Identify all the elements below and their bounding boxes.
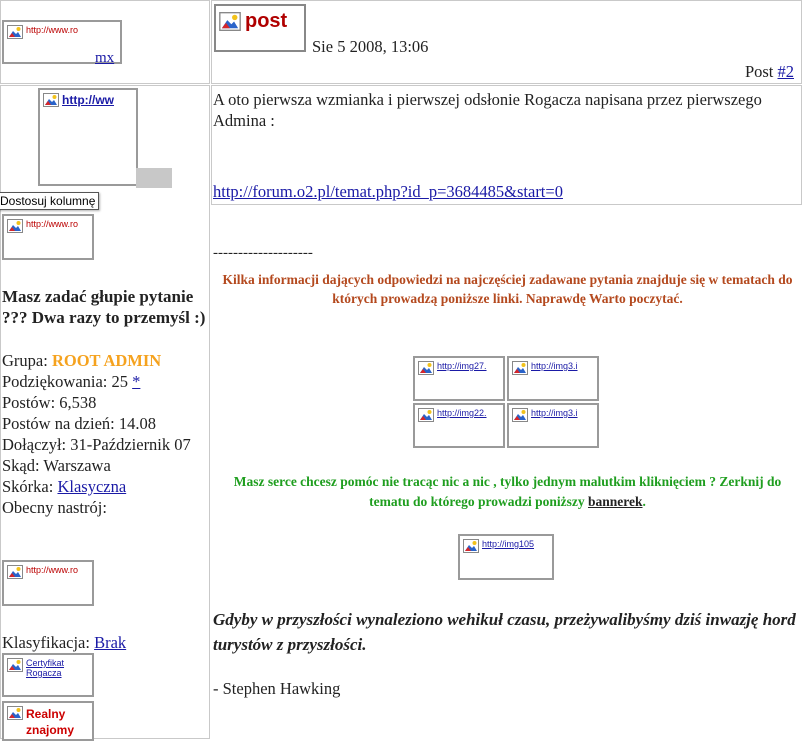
user-avatar-alt: http://ww: [62, 93, 114, 107]
broken-image-icon: [7, 658, 23, 672]
bannerek-link[interactable]: bannerek: [588, 494, 643, 509]
grid-image-3[interactable]: http://img22.: [413, 403, 505, 448]
broken-image-icon: [7, 706, 23, 720]
green-text-body: Masz serce chcesz pomóc nie tracąc nic a…: [233, 474, 782, 509]
badge-realny-znajomy: Realny znajomy: [2, 701, 94, 741]
grid-image-4[interactable]: http://img3.i: [507, 403, 599, 448]
location: Skąd: Warszawa: [2, 456, 111, 475]
post-body-text: A oto pierwsza wzmianka i pierwszej odsł…: [213, 90, 762, 130]
badge-realny-alt: Realny znajomy: [26, 707, 75, 737]
joined-date: Dołączył: 31-Październik 07: [2, 435, 191, 454]
thanks-row: Podziękowania: 25 *: [2, 371, 210, 392]
thanks-link[interactable]: *: [132, 372, 140, 391]
signature-title: Masz zadać głupie pytanie ??? Dwa razy t…: [2, 287, 206, 327]
grid-image-3-alt: http://img22.: [437, 408, 487, 418]
broken-image-icon: [418, 361, 434, 375]
post-icon-button[interactable]: post: [214, 4, 306, 52]
rank-image-alt: http://www.ro: [26, 219, 79, 229]
thanks-label: Podziękowania: 25: [2, 372, 133, 391]
posts-count: Postów: 6,538: [2, 393, 97, 412]
header-avatar-alt: http://www.ro: [26, 25, 79, 35]
column-resize-handle[interactable]: [136, 168, 172, 188]
grid-image-2-alt: http://img3.i: [531, 361, 578, 371]
post-number-label: Post: [744, 62, 778, 81]
broken-image-icon: [7, 565, 23, 579]
broken-image-icon: [7, 25, 23, 39]
quote-author: - Stephen Hawking: [213, 679, 341, 698]
posts-per-day: Postów na dzień: 14.08: [2, 414, 156, 433]
badge-certyfikat: Certyfikat Rogacza: [2, 653, 94, 697]
classification-row: Klasyfikacja: Brak: [2, 632, 126, 653]
tooltip: Dostosuj kolumnę: [0, 192, 100, 210]
group-label: Grupa:: [2, 351, 52, 370]
green-text-end: .: [642, 494, 646, 509]
broken-image-icon: [219, 12, 241, 31]
forum-link[interactable]: http://forum.o2.pl/temat.php?id_p=368448…: [213, 181, 563, 202]
info-text: Kilka informacji dających odpowiedzi na …: [222, 272, 793, 306]
classification-link[interactable]: Brak: [94, 633, 126, 652]
mood-image: http://www.ro: [2, 560, 94, 606]
group-value: ROOT ADMIN: [51, 351, 162, 370]
skin-row: Skórka: Klasyczna: [2, 476, 210, 497]
grid-image-1-alt: http://img27.: [437, 361, 487, 371]
broken-image-icon: [418, 408, 434, 422]
grid-image-4-alt: http://img3.i: [531, 408, 578, 418]
badge-certyfikat-alt: Certyfikat Rogacza: [26, 658, 65, 678]
broken-image-icon: [43, 93, 59, 107]
rank-image: http://www.ro: [2, 214, 94, 260]
post-icon-alt: post: [245, 10, 288, 32]
skin-link[interactable]: Klasyczna: [57, 477, 126, 496]
broken-image-icon: [7, 219, 23, 233]
banner-image-alt: http://img105: [482, 539, 535, 549]
username-link[interactable]: mx: [95, 50, 114, 67]
user-stats: Grupa: ROOT ADMIN Podziękowania: 25 * Po…: [2, 350, 210, 518]
post-number: Post #2: [745, 61, 794, 82]
broken-image-icon: [512, 361, 528, 375]
green-text: Masz serce chcesz pomóc nie tracąc nic a…: [213, 472, 802, 512]
banner-image[interactable]: http://img105: [458, 534, 554, 580]
skin-label: Skórka:: [2, 477, 58, 496]
broken-image-icon: [512, 408, 528, 422]
mood-image-alt: http://www.ro: [26, 565, 79, 575]
separator-line: --------------------: [213, 245, 313, 261]
classification-label: Klasyfikacja:: [2, 633, 95, 652]
grid-image-2[interactable]: http://img3.i: [507, 356, 599, 401]
mood-label: Obecny nastrój:: [2, 498, 107, 517]
post-date: Sie 5 2008, 13:06: [312, 37, 429, 56]
grid-image-1[interactable]: http://img27.: [413, 356, 505, 401]
user-avatar: http://ww: [38, 88, 138, 186]
broken-image-icon: [463, 539, 479, 553]
group-row: Grupa: ROOT ADMIN: [2, 350, 210, 371]
post-number-link[interactable]: #2: [778, 62, 795, 81]
signature-quote: Gdyby w przyszłości wynaleziono wehikuł …: [213, 610, 796, 654]
